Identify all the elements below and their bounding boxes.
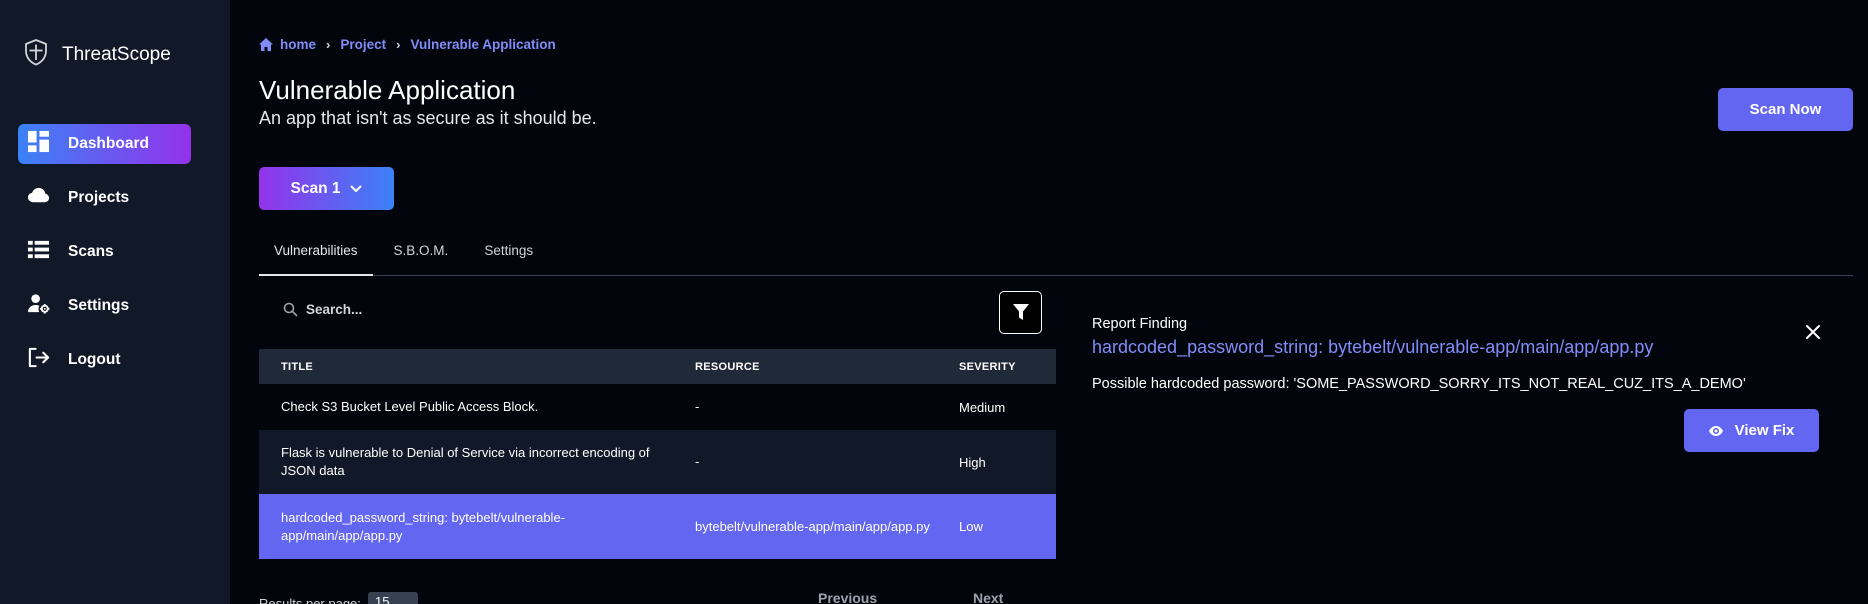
- dashboard-icon: [27, 130, 50, 158]
- sidebar-item-label: Dashboard: [68, 135, 149, 152]
- tab-settings[interactable]: Settings: [469, 236, 548, 276]
- cell-resource: -: [695, 399, 700, 414]
- sidebar-item-logout[interactable]: Logout: [18, 340, 191, 380]
- panel-label: Report Finding: [1092, 316, 1188, 332]
- column-header-severity[interactable]: SEVERITY: [959, 361, 1056, 373]
- scan-select-value: Scan 1: [290, 179, 341, 197]
- chevron-down-icon: [350, 185, 362, 193]
- table-row[interactable]: Flask is vulnerable to Denial of Service…: [259, 430, 1056, 494]
- finding-link[interactable]: hardcoded_password_string: bytebelt/vuln…: [1092, 337, 1653, 358]
- brand[interactable]: ThreatScope: [24, 38, 171, 71]
- results-per-page-label: Results per page:: [259, 596, 361, 604]
- filter-button[interactable]: [999, 291, 1042, 334]
- user-gear-icon: [27, 292, 50, 320]
- sidebar-nav: Dashboard Projects Scans Settings Logout: [18, 124, 191, 394]
- cell-resource: bytebelt/vulnerable-app/main/app/app.py: [695, 518, 930, 534]
- sidebar-item-label: Scans: [68, 243, 114, 260]
- next-button[interactable]: Next: [973, 590, 1003, 604]
- page-title: Vulnerable Application: [259, 75, 516, 105]
- chevron-right-icon: ›: [326, 37, 331, 52]
- column-header-title[interactable]: TITLE: [259, 358, 695, 376]
- sidebar-item-label: Projects: [68, 189, 130, 206]
- results-per-page-value: 15: [375, 594, 390, 604]
- view-fix-label: View Fix: [1734, 422, 1795, 439]
- pagination: Results per page: 15 Previous Next: [259, 590, 1056, 604]
- shield-icon: [24, 38, 48, 71]
- table-row-selected[interactable]: hardcoded_password_string: bytebelt/vuln…: [259, 494, 1056, 559]
- sidebar: ThreatScope Dashboard Projects Scans Set…: [0, 0, 230, 604]
- eye-icon: [1708, 425, 1723, 436]
- close-icon[interactable]: [1805, 324, 1821, 340]
- sidebar-item-projects[interactable]: Projects: [18, 178, 191, 218]
- finding-description: Possible hardcoded password: 'SOME_PASSW…: [1092, 376, 1746, 392]
- home-icon[interactable]: [259, 38, 273, 51]
- results-per-page-select[interactable]: 15: [368, 592, 418, 604]
- chevron-right-icon: ›: [396, 37, 401, 52]
- scan-select-dropdown[interactable]: Scan 1: [259, 167, 394, 210]
- sidebar-item-label: Logout: [68, 351, 121, 368]
- cell-resource: -: [695, 454, 700, 469]
- search-bar: [283, 302, 606, 317]
- cell-severity: Medium: [959, 399, 1006, 415]
- search-input[interactable]: [306, 302, 606, 317]
- previous-button[interactable]: Previous: [818, 590, 877, 604]
- scan-now-button[interactable]: Scan Now: [1718, 88, 1853, 131]
- cell-severity: High: [959, 454, 986, 470]
- search-icon: [283, 302, 298, 317]
- cell-severity: Low: [959, 519, 983, 534]
- vulnerabilities-table: TITLE RESOURCE SEVERITY Check S3 Bucket …: [259, 349, 1056, 559]
- breadcrumb-current[interactable]: Vulnerable Application: [410, 37, 555, 52]
- cell-title: Check S3 Bucket Level Public Access Bloc…: [281, 399, 539, 414]
- cell-title: hardcoded_password_string: bytebelt/vuln…: [281, 509, 566, 543]
- filter-icon: [1012, 304, 1029, 321]
- sidebar-item-scans[interactable]: Scans: [18, 232, 191, 272]
- page-subtitle: An app that isn't as secure as it should…: [259, 108, 597, 128]
- list-icon: [27, 238, 50, 266]
- tab-bar: Vulnerabilities S.B.O.M. Settings: [259, 236, 1853, 276]
- logout-icon: [27, 346, 50, 374]
- cloud-icon: [27, 184, 50, 212]
- breadcrumb: home › Project › Vulnerable Application: [259, 37, 556, 52]
- main-content: home › Project › Vulnerable Application …: [259, 0, 1853, 604]
- sidebar-item-settings[interactable]: Settings: [18, 286, 191, 326]
- breadcrumb-project[interactable]: Project: [340, 37, 386, 52]
- column-header-resource[interactable]: RESOURCE: [695, 358, 959, 376]
- sidebar-item-label: Settings: [68, 297, 130, 314]
- view-fix-button[interactable]: View Fix: [1684, 409, 1819, 452]
- cell-title: Flask is vulnerable to Denial of Service…: [281, 445, 650, 478]
- table-header: TITLE RESOURCE SEVERITY: [259, 349, 1056, 384]
- app-name: ThreatScope: [62, 43, 171, 65]
- breadcrumb-home[interactable]: home: [280, 37, 316, 52]
- table-row[interactable]: Check S3 Bucket Level Public Access Bloc…: [259, 384, 1056, 430]
- tab-vulnerabilities[interactable]: Vulnerabilities: [259, 236, 373, 276]
- finding-detail-panel: Report Finding hardcoded_password_string…: [1092, 310, 1853, 470]
- tab-sbom[interactable]: S.B.O.M.: [379, 236, 464, 276]
- sidebar-item-dashboard[interactable]: Dashboard: [18, 124, 191, 164]
